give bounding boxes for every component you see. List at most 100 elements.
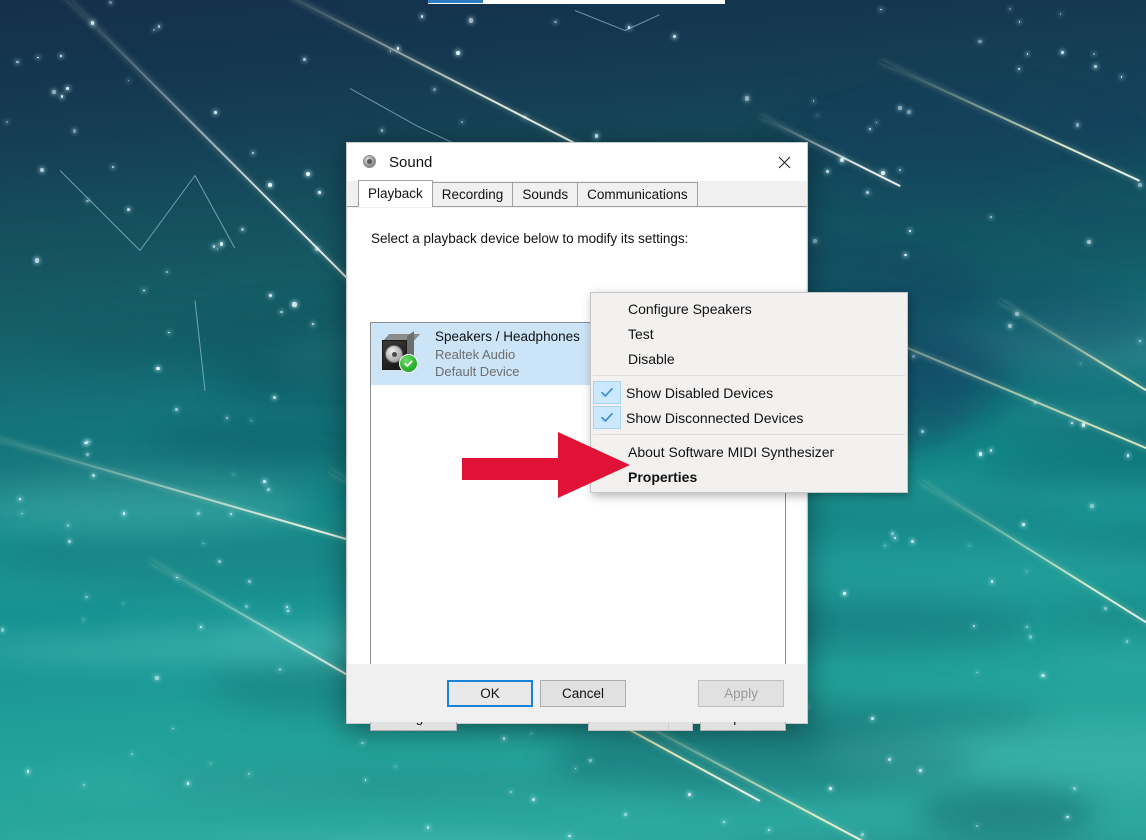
wallpaper-star xyxy=(172,727,174,730)
wallpaper-star xyxy=(672,34,677,38)
menu-item-configure-speakers[interactable]: Configure Speakers xyxy=(591,296,907,321)
wallpaper-star xyxy=(26,769,30,773)
menu-item-properties[interactable]: Properties xyxy=(591,464,907,489)
wallpaper-cloud xyxy=(1047,526,1146,555)
wallpaper-star xyxy=(911,355,915,359)
tab-communications[interactable]: Communications xyxy=(577,182,698,206)
wallpaper-cloud xyxy=(771,110,1043,222)
wallpaper-constellation-line xyxy=(59,170,141,251)
wallpaper-star xyxy=(82,619,85,621)
wallpaper-star xyxy=(589,758,593,762)
wallpaper-star xyxy=(1018,68,1020,70)
wallpaper-star xyxy=(175,408,178,411)
partially-visible-window-edge[interactable] xyxy=(428,0,725,4)
wallpaper-star xyxy=(825,169,829,173)
wallpaper-cloud xyxy=(208,831,590,840)
desktop-wallpaper: Sound Playback Recording Sounds Communic… xyxy=(0,0,1146,840)
tab-sounds[interactable]: Sounds xyxy=(512,182,579,206)
wallpaper-star xyxy=(1079,362,1082,365)
wallpaper-star xyxy=(364,779,367,781)
wallpaper-star xyxy=(870,716,874,720)
wallpaper-star xyxy=(199,625,203,629)
menu-gutter xyxy=(591,346,623,371)
menu-gutter xyxy=(591,439,623,464)
menu-item-label: Properties xyxy=(628,468,698,485)
wallpaper-star xyxy=(280,310,283,314)
wallpaper-star xyxy=(1034,402,1037,404)
wallpaper-star xyxy=(60,95,64,99)
menu-gutter xyxy=(591,296,623,321)
panel-hint-text: Select a playback device below to modify… xyxy=(371,231,689,246)
wallpaper-star xyxy=(898,168,901,171)
wallpaper-star xyxy=(241,227,245,231)
wallpaper-star xyxy=(1094,64,1097,68)
wallpaper-cloud xyxy=(0,455,344,504)
dialog-title: Sound xyxy=(389,153,433,171)
wallpaper-star xyxy=(1093,52,1095,55)
wallpaper-star xyxy=(226,417,228,420)
menu-item-show-disconnected-devices[interactable]: Show Disconnected Devices xyxy=(591,405,907,430)
menu-gutter xyxy=(591,321,623,346)
apply-button[interactable]: Apply xyxy=(698,680,784,707)
wallpaper-star xyxy=(16,60,19,63)
wallpaper-star xyxy=(1137,183,1142,188)
checkmark-icon xyxy=(593,381,621,404)
dialog-titlebar[interactable]: Sound xyxy=(347,143,807,181)
wallpaper-star xyxy=(469,18,474,23)
wallpaper-star xyxy=(203,543,205,545)
wallpaper-star xyxy=(978,452,983,456)
wallpaper-star xyxy=(627,26,631,29)
wallpaper-star xyxy=(1071,421,1074,424)
window-edge-accent xyxy=(428,0,483,3)
wallpaper-star xyxy=(861,833,864,836)
wallpaper-star xyxy=(1015,312,1019,316)
tab-playback[interactable]: Playback xyxy=(358,180,433,207)
wallpaper-star xyxy=(361,741,364,745)
wallpaper-star xyxy=(1026,571,1028,573)
wallpaper-star xyxy=(594,134,599,138)
menu-item-test[interactable]: Test xyxy=(591,321,907,346)
wallpaper-star xyxy=(968,544,970,547)
wallpaper-star xyxy=(1041,673,1045,677)
wallpaper-star xyxy=(1103,606,1107,610)
menu-gutter xyxy=(591,464,623,489)
wallpaper-star xyxy=(186,782,189,785)
wallpaper-star xyxy=(380,128,384,132)
wallpaper-star xyxy=(143,289,145,291)
wallpaper-cloud xyxy=(1003,415,1146,450)
speaker-icon xyxy=(377,331,421,375)
wallpaper-star xyxy=(839,158,844,163)
wallpaper-star xyxy=(624,813,627,816)
wallpaper-star xyxy=(286,606,288,608)
menu-item-disable[interactable]: Disable xyxy=(591,346,907,371)
cancel-button[interactable]: Cancel xyxy=(540,680,626,707)
menu-item-show-disabled-devices[interactable]: Show Disabled Devices xyxy=(591,380,907,405)
tab-strip: Playback Recording Sounds Communications xyxy=(347,180,807,207)
checkmark-icon xyxy=(593,406,621,429)
wallpaper-constellation-line xyxy=(139,175,196,251)
close-icon[interactable] xyxy=(761,143,807,181)
wallpaper-star xyxy=(37,57,39,59)
wallpaper-cloud xyxy=(819,722,1146,786)
wallpaper-cloud xyxy=(148,763,609,803)
wallpaper-constellation-line xyxy=(574,10,626,31)
wallpaper-star xyxy=(252,152,255,155)
wallpaper-cloud xyxy=(112,606,281,646)
wallpaper-meteor xyxy=(919,480,1146,632)
wallpaper-constellation-line xyxy=(624,14,661,31)
wallpaper-star xyxy=(263,480,266,483)
wallpaper-star xyxy=(311,322,314,325)
wallpaper-star xyxy=(891,532,894,535)
wallpaper-star xyxy=(989,449,993,452)
wallpaper-cloud xyxy=(0,442,356,502)
device-text-block: Speakers / Headphones Realtek Audio Defa… xyxy=(435,328,580,380)
wallpaper-star xyxy=(524,116,526,118)
wallpaper-star xyxy=(990,580,993,583)
menu-item-about-software-midi-synthesizer[interactable]: About Software MIDI Synthesizer xyxy=(591,439,907,464)
ok-button[interactable]: OK xyxy=(447,680,533,707)
wallpaper-star xyxy=(1026,53,1029,55)
wallpaper-star xyxy=(155,676,159,680)
tab-recording[interactable]: Recording xyxy=(431,182,514,206)
wallpaper-star xyxy=(502,737,506,740)
wallpaper-star xyxy=(1029,635,1033,639)
